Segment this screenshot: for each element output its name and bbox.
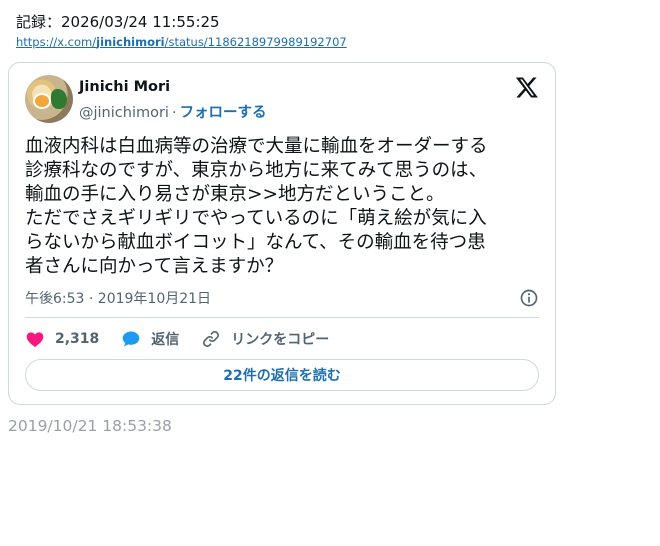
link-icon bbox=[203, 331, 220, 347]
heart-icon bbox=[26, 332, 44, 347]
copy-link-button[interactable]: リンクをコピー bbox=[201, 329, 329, 349]
record-timestamp: 記録：2026/03/24 11:55:25 bbox=[16, 13, 220, 31]
x-logo-icon[interactable] bbox=[515, 75, 539, 99]
author-handle-row: @jinichimori · フォローする bbox=[79, 101, 267, 122]
avatar-egg bbox=[33, 93, 51, 109]
archived-timestamp: 2019/10/21 18:53:38 bbox=[8, 417, 172, 435]
separator-dot: · bbox=[171, 105, 177, 121]
like-count: 2,318 bbox=[55, 331, 100, 347]
tweet-card: Jinichi Mori @jinichimori · フォローする 血液内科は白血… bbox=[8, 62, 556, 405]
tweet-url-link[interactable]: https://x.com/jinichimori/status/1186218… bbox=[16, 35, 347, 49]
reply-button[interactable]: 返信 bbox=[121, 329, 179, 349]
author-name[interactable]: Jinichi Mori bbox=[79, 79, 170, 95]
url-username: jinichimori bbox=[96, 35, 165, 49]
copy-link-label: リンクをコピー bbox=[231, 332, 330, 348]
tweet-timestamp[interactable]: 午後6:53 · 2019年10月21日 bbox=[25, 288, 211, 308]
url-prefix: https://x.com/ bbox=[16, 35, 97, 49]
url-suffix: /status/1186218979989192707 bbox=[164, 35, 347, 49]
avatar-greens bbox=[51, 89, 67, 109]
info-icon[interactable] bbox=[519, 288, 539, 308]
like-button[interactable]: 2,318 bbox=[25, 329, 99, 349]
avatar[interactable] bbox=[25, 75, 73, 123]
read-replies-button[interactable]: 22件の返信を読む bbox=[25, 359, 539, 391]
tweet-text: 血液内科は白血病等の治療で大量に輸血をオーダーする 診療科なのですが、東京から地… bbox=[25, 136, 488, 277]
speech-bubble-icon bbox=[122, 331, 140, 347]
action-bar: 2,318 返信 リンクをコピー bbox=[25, 327, 351, 351]
follow-button[interactable]: フォローする bbox=[180, 105, 267, 121]
author-handle[interactable]: @jinichimori bbox=[79, 105, 169, 121]
reply-label: 返信 bbox=[151, 332, 180, 348]
divider bbox=[25, 317, 539, 318]
